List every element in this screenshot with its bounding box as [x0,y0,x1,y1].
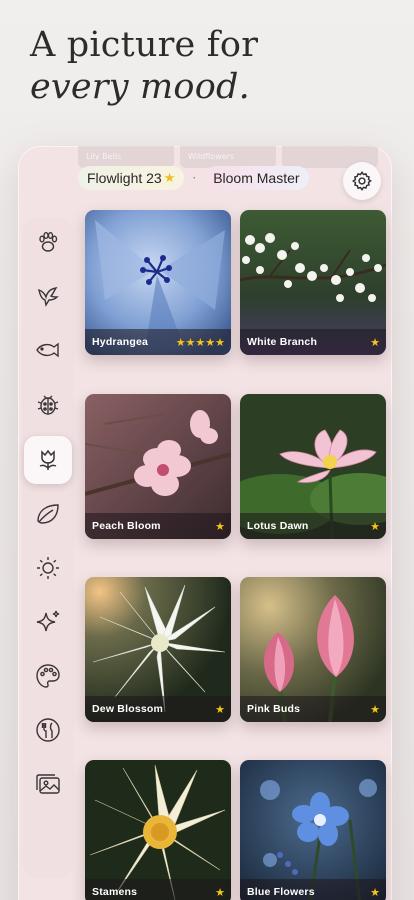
card-title: Peach Bloom [92,520,161,532]
headline-line-2: every mood. [30,67,250,107]
sparkle-icon [36,610,60,632]
bloom-master-chip[interactable]: Bloom Master [204,166,309,190]
sidebar-item-flowers[interactable] [24,436,72,484]
card-pink-buds[interactable]: Pink Buds ★ [240,577,386,722]
card-blue-flowers[interactable]: Blue Flowers ★ [240,760,386,900]
card-peach-bloom[interactable]: Peach Bloom ★ [85,394,231,539]
bird-icon [38,287,59,307]
background-tabs: Lily Bells Wildflowers [78,146,378,168]
card-caption: White Branch ★ [240,329,386,355]
rating-stars: ★ [370,702,380,716]
card-caption: Hydrangea ★★★★★ [85,329,231,355]
fish-icon [36,342,59,358]
leaf-icon [37,504,59,524]
paw-icon [39,231,58,252]
gallery-icon [36,774,60,794]
rating-stars: ★ [370,885,380,899]
star-icon: ★ [163,170,176,185]
card-caption: Stamens ★ [85,879,231,900]
flowlight-label: Flowlight 23 [87,170,162,186]
card-hydrangea[interactable]: Hydrangea ★★★★★ [85,210,231,355]
rating-stars: ★★★★★ [175,335,225,349]
rating-stars: ★ [215,702,225,716]
settings-button[interactable] [343,162,381,200]
card-title: Lotus Dawn [247,520,309,532]
sidebar-item-birds[interactable] [24,272,72,320]
card-title: Pink Buds [247,703,301,715]
sidebar-item-weather[interactable] [24,544,72,592]
status-chips: Flowlight 23 ★ · Bloom Master [78,166,309,190]
card-caption: Dew Blossom ★ [85,696,231,722]
headline-line-1: A picture for [30,25,259,65]
dining-icon [36,718,60,742]
chip-separator: · [192,171,197,185]
sidebar-item-plants[interactable] [24,490,72,538]
card-title: Blue Flowers [247,886,315,898]
sidebar-item-gallery[interactable] [24,760,72,808]
sidebar-item-food[interactable] [24,706,72,754]
rating-stars: ★ [370,519,380,533]
sun-icon [37,557,59,579]
app-window: Lily Bells Wildflowers Flowlight 23 ★ · … [18,146,392,900]
card-caption: Pink Buds ★ [240,696,386,722]
card-dew-blossom[interactable]: Dew Blossom ★ [85,577,231,722]
sidebar-item-fish[interactable] [24,326,72,374]
card-title: White Branch [247,336,318,348]
sidebar-item-art[interactable] [24,652,72,700]
tulip-icon [39,449,57,470]
headline: A picture for every mood. [30,24,258,108]
card-title: Stamens [92,886,138,898]
rating-stars: ★ [215,885,225,899]
card-caption: Lotus Dawn ★ [240,513,386,539]
card-white-branch[interactable]: White Branch ★ [240,210,386,355]
card-title: Dew Blossom [92,703,164,715]
sidebar-item-magic[interactable] [24,598,72,646]
card-lotus-dawn[interactable]: Lotus Dawn ★ [240,394,386,539]
card-caption: Blue Flowers ★ [240,879,386,900]
rating-stars: ★ [215,519,225,533]
sidebar-item-insects[interactable] [24,380,72,428]
flowlight-chip[interactable]: Flowlight 23 ★ [78,166,185,190]
card-title: Hydrangea [92,336,149,348]
sidebar-item-animals[interactable] [24,218,72,266]
card-stamens[interactable]: Stamens ★ [85,760,231,900]
category-sidebar [22,218,74,878]
ladybug-icon [37,395,59,415]
ghost-tab: Lily Bells [78,146,174,168]
gear-icon [352,171,372,192]
ghost-tab: Wildflowers [180,146,276,168]
card-caption: Peach Bloom ★ [85,513,231,539]
palette-icon [36,664,60,688]
rating-stars: ★ [370,335,380,349]
